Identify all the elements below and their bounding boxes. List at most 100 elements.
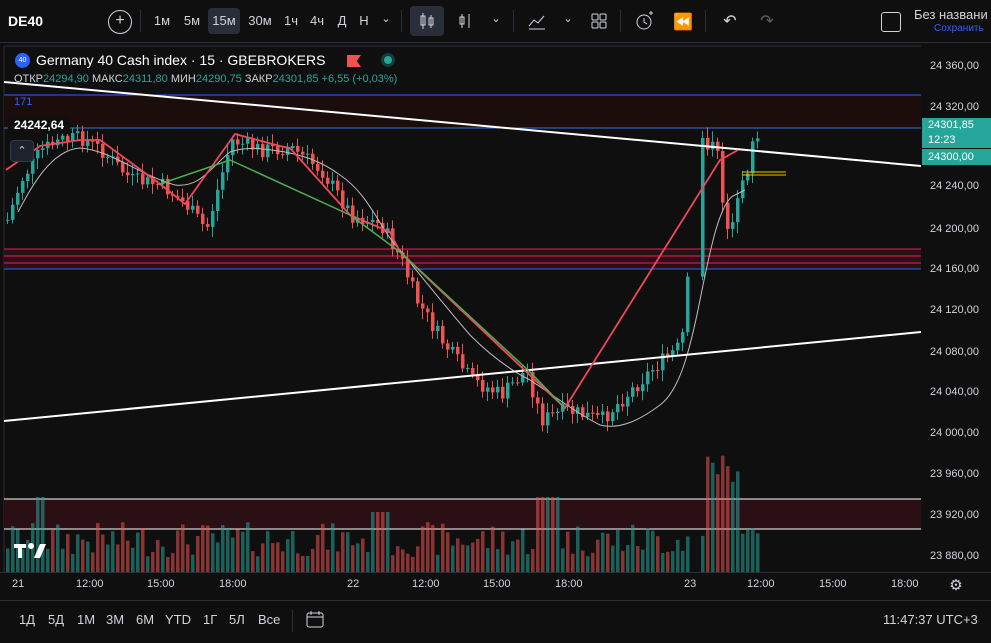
candle-body <box>371 220 375 223</box>
range-all[interactable]: Все <box>258 612 280 627</box>
volume-bar <box>566 531 570 572</box>
candle-body <box>346 205 350 209</box>
volume-bar <box>391 555 395 572</box>
layout-grid-icon[interactable] <box>588 12 610 33</box>
volume-bar <box>156 539 160 572</box>
volume-bar <box>221 524 225 572</box>
time-tick: 21 <box>12 578 25 590</box>
price-tick: 23 960,00 <box>930 468 979 480</box>
volume-bar <box>756 533 760 572</box>
alert-clock-icon[interactable] <box>633 11 655 34</box>
divider <box>620 10 621 32</box>
interval-1m[interactable]: 1м <box>148 8 176 34</box>
candle-body <box>16 192 20 205</box>
volume-bar <box>101 534 105 572</box>
volume-bar <box>741 533 745 572</box>
volume-bar <box>571 553 575 572</box>
interval-4h[interactable]: 4ч <box>305 8 329 34</box>
chevron-down-icon[interactable]: ⌄ <box>560 12 576 25</box>
settings-gear-icon[interactable]: ⚙ <box>946 576 966 594</box>
indicators-icon[interactable] <box>455 12 477 33</box>
volume-bar <box>541 497 545 572</box>
range-5y[interactable]: 5Л <box>229 612 245 627</box>
candle-body <box>351 205 355 223</box>
interval-30m[interactable]: 30м <box>244 8 276 34</box>
range-5d[interactable]: 5Д <box>48 612 64 627</box>
chart-pane[interactable]: 40 <box>0 44 921 572</box>
volume-bar <box>106 544 110 572</box>
candle-body <box>266 144 270 158</box>
price-chart[interactable] <box>0 44 921 572</box>
zone-middle <box>4 249 921 269</box>
legend-title[interactable]: Germany 40 Cash index · 15 · GBEBROKERS <box>36 52 325 68</box>
tradingview-logo[interactable] <box>14 540 48 563</box>
volume-bar <box>301 555 305 572</box>
redo-icon[interactable]: ↷ <box>756 11 778 31</box>
range-1y[interactable]: 1Г <box>203 612 217 627</box>
volume-bar <box>461 544 465 572</box>
candle-body <box>241 143 245 145</box>
chevron-down-icon[interactable]: ⌄ <box>378 12 394 25</box>
low-value: 24290,75 <box>195 73 242 85</box>
high-label: МАКС <box>91 73 123 85</box>
volume-bar <box>471 542 475 572</box>
candle-body <box>521 373 525 383</box>
volume-bar <box>286 539 290 572</box>
interval-d[interactable]: Д <box>332 8 352 34</box>
interval-w[interactable]: Н <box>354 8 374 34</box>
candle-body <box>426 308 430 313</box>
volume-bar <box>531 548 535 572</box>
time-tick: 18:00 <box>219 578 247 590</box>
undo-icon[interactable]: ↶ <box>719 11 741 31</box>
symbol-search[interactable]: DE40 <box>8 8 43 34</box>
chart-type-icon[interactable] <box>526 12 548 33</box>
current-price: 24301,85 <box>928 119 974 131</box>
layout-name[interactable]: Без названи <box>914 7 988 22</box>
volume-bar <box>561 548 565 572</box>
range-3m[interactable]: 3М <box>106 612 124 627</box>
candle-body <box>6 219 10 221</box>
volume-bar <box>736 471 740 572</box>
add-symbol-icon[interactable]: + <box>108 10 132 34</box>
volume-bar <box>591 552 595 572</box>
volume-bar <box>746 529 750 572</box>
time-tick: 15:00 <box>483 578 511 590</box>
volume-bar <box>196 535 200 572</box>
collapse-legend-button[interactable]: ⌃ <box>10 140 34 162</box>
range-6m[interactable]: 6М <box>136 612 154 627</box>
candle-body <box>586 412 590 418</box>
volume-bar <box>126 540 130 572</box>
range-1d[interactable]: 1Д <box>19 612 35 627</box>
candle-body <box>71 133 75 142</box>
layout-checkbox-icon[interactable] <box>881 12 901 32</box>
candle-body <box>711 141 715 150</box>
interval-1h[interactable]: 1ч <box>279 8 303 34</box>
range-ytd[interactable]: YTD <box>165 612 191 627</box>
candle-body <box>741 180 745 199</box>
date-range-icon[interactable] <box>304 609 326 632</box>
volume-bar <box>671 551 675 572</box>
range-1m[interactable]: 1М <box>77 612 95 627</box>
replay-icon[interactable]: ⏪ <box>672 12 694 32</box>
volume-bar <box>511 541 515 572</box>
candle-body <box>611 412 615 422</box>
chevron-down-icon[interactable]: ⌄ <box>488 12 504 25</box>
volume-bar <box>416 546 420 572</box>
volume-bar <box>241 531 245 572</box>
interval-15m[interactable]: 15м <box>208 8 240 34</box>
volume-bar <box>501 531 505 572</box>
time-tick: 15:00 <box>147 578 175 590</box>
interval-5m[interactable]: 5м <box>178 8 206 34</box>
save-link[interactable]: Сохранить <box>934 23 984 34</box>
volume-bar <box>346 532 350 572</box>
volume-bar <box>266 531 270 572</box>
volume-bar <box>291 531 295 572</box>
volume-bar <box>361 538 365 572</box>
open-value: 24294,90 <box>43 73 89 85</box>
candle-body <box>591 412 595 414</box>
candle-body <box>626 396 630 407</box>
candles-icon[interactable] <box>410 6 444 36</box>
clock-timezone[interactable]: 11:47:37 UTC+3 <box>883 612 978 627</box>
candle-body <box>106 156 110 158</box>
candle-body <box>21 181 25 193</box>
